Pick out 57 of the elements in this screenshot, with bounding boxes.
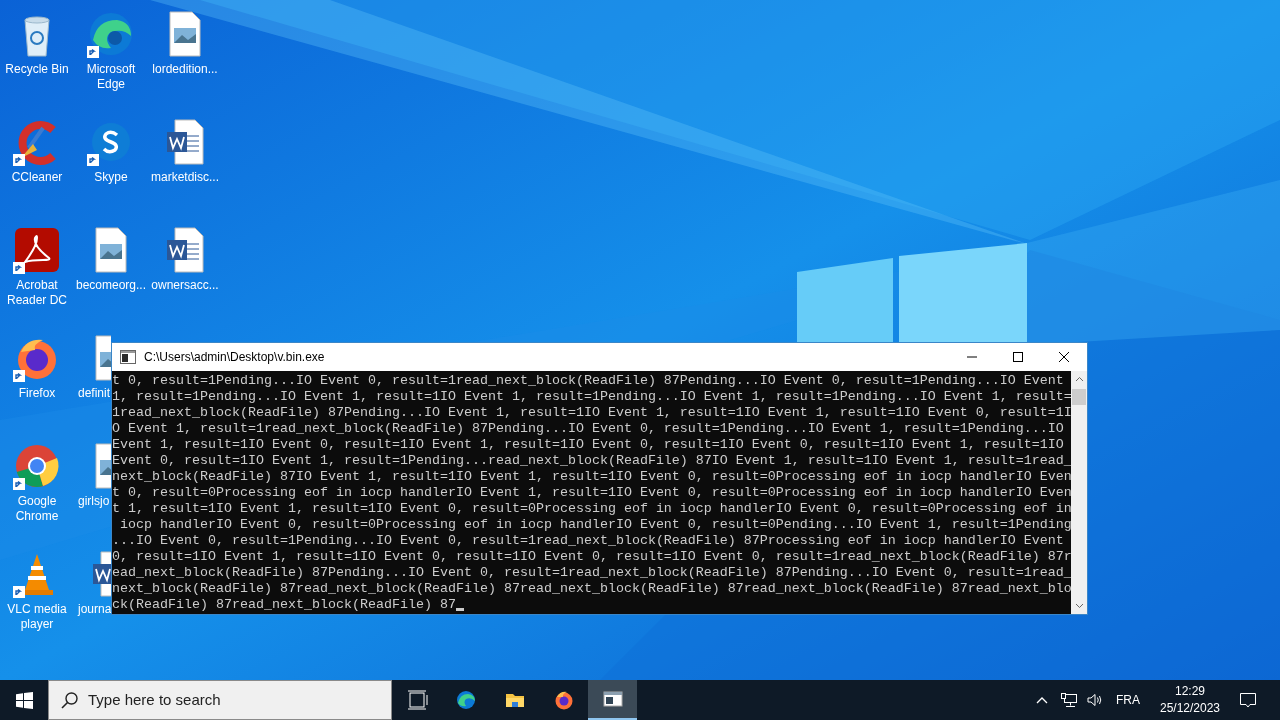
- clock-time: 12:29: [1175, 683, 1205, 700]
- taskbar-app-button[interactable]: [588, 680, 637, 720]
- scroll-down-icon[interactable]: [1074, 603, 1084, 609]
- network-icon[interactable]: [1061, 692, 1077, 708]
- notification-icon[interactable]: [1240, 692, 1256, 708]
- icon-label[interactable]: Microsoft Edge: [74, 62, 148, 92]
- console-line: ck(ReadFile) 87read_next_block(ReadFile) 87: [112, 597, 456, 613]
- icon-label[interactable]: VLC media player: [0, 602, 74, 632]
- clock-date: 25/12/2023: [1159, 700, 1221, 717]
- windows-logo-icon: [15, 691, 33, 709]
- console-line: 0, result=1IO Event 1, result=1IO Event 0, result=1IO Event 0, result=1IO Event 0, result=1read_next_block(ReadFile) 87r: [112, 549, 1071, 565]
- console-line: iocp handlerIO Event 0, result=0Processing eof in iocp handlerIO Event 0, result=0Pending...IO Event 1, result=1Pending: [119, 517, 1071, 533]
- icon-label[interactable]: Recycle Bin: [0, 62, 74, 77]
- pdf-app-icon[interactable]: [13, 226, 61, 274]
- icon-label[interactable]: Acrobat Reader DC: [0, 278, 74, 308]
- console-line: O Event 1, result=1read_next_block(ReadFile) 87Pending...IO Event 0, result=1Pending...IO Event 1, result=1Pending...IO: [112, 421, 1064, 437]
- language-indicator[interactable]: FRA: [1116, 691, 1140, 709]
- console-line: 1read_next_block(ReadFile) 87Pending...IO Event 1, result=1IO Event 1, result=1IO Event 1, result=1IO Event 0, result=1I: [112, 405, 1071, 421]
- console-window-icon: [601, 689, 624, 709]
- maximize-icon: [1013, 352, 1023, 362]
- console-line: next_block(ReadFile) 87read_next_block(ReadFile) 87read_next_block(ReadFile) 87read_next_block(ReadFile) 87read_next_blo: [112, 581, 1071, 597]
- search-input: Type here to search: [88, 688, 378, 712]
- console-line: 1, result=1Pending...IO Event 1, result=1IO Event 1, result=1Pending...IO Event 1, result=1Pending...IO Event 1, result=: [112, 389, 1071, 405]
- icon-label[interactable]: journa: [74, 602, 112, 617]
- console-line: ead_next_block(ReadFile) 87Pending...IO Event 0, result=1read_next_block(ReadFile) 87Pending...IO Event 0, result=1read_: [112, 565, 1071, 581]
- icon-label[interactable]: definit: [74, 386, 111, 401]
- console-line: Event 0, result=1IO Event 1, result=1Pending...read_next_block(ReadFile) 87IO Event 1, result=1IO Event 1, result=1read_: [112, 453, 1071, 469]
- window-title: C:\Users\admin\Desktop\v.bin.exe: [144, 349, 325, 366]
- icon-label[interactable]: Google Chrome: [0, 494, 74, 524]
- close-icon: [1059, 352, 1069, 362]
- clock[interactable]: 12:29 25/12/2023: [1154, 683, 1226, 717]
- console-line: ...IO Event 0, result=1Pending...IO Event 0, result=1read_next_block(ReadFile) 87Processing eof in iocp handlerIO Event: [112, 533, 1064, 549]
- volume-icon[interactable]: [1087, 693, 1104, 707]
- scroll-up-icon[interactable]: [1074, 376, 1084, 382]
- icon-label[interactable]: CCleaner: [0, 170, 74, 185]
- console-line: Event 1, result=1IO Event 0, result=1IO Event 1, result=1IO Event 0, result=1IO Event 0, result=1IO Event 1, result=1IO: [112, 437, 1064, 453]
- icon-label[interactable]: lordedition...: [148, 62, 222, 77]
- icon-label[interactable]: ownersacc...: [148, 278, 222, 293]
- console-line: t 0, result=0Processing eof in iocp handlerIO Event 1, result=1IO Event 0, result=0Processing eof in iocp handlerIO Even: [112, 485, 1071, 501]
- console-icon: [120, 350, 136, 364]
- icon-label[interactable]: girlsjo: [74, 494, 110, 509]
- console-line: next_block(ReadFile) 87IO Event 1, result=1IO Event 1, result=1IO Event 0, result=0Processing eof in iocp handlerIO Even: [112, 469, 1071, 485]
- scrollbar[interactable]: [1071, 371, 1087, 614]
- wave-globe-icon: [454, 690, 477, 710]
- wave-globe-icon[interactable]: [87, 10, 135, 58]
- search-field[interactable]: Type here to search: [48, 680, 392, 720]
- icon-label[interactable]: Skype: [74, 170, 148, 185]
- scroll-thumb[interactable]: [1072, 389, 1086, 405]
- console-line: t 0, result=1Pending...IO Event 0, result=1read_next_block(ReadFile) 87Pending...IO Event 0, result=1Pending...IO Event: [112, 373, 1064, 389]
- task-view-icon: [405, 690, 428, 710]
- search-icon: [61, 691, 78, 709]
- icon-label[interactable]: becomeorg...: [74, 278, 148, 293]
- icon-label[interactable]: marketdisc...: [148, 170, 222, 185]
- chevron-up-icon[interactable]: [1036, 696, 1048, 704]
- console-line: t 1, result=1IO Event 1, result=1IO Event 0, result=0Processing eof in iocp handlerIO Event 0, result=0Processing eof in: [112, 501, 1071, 517]
- browser-icon[interactable]: [13, 442, 61, 490]
- icon-label[interactable]: Firefox: [0, 386, 74, 401]
